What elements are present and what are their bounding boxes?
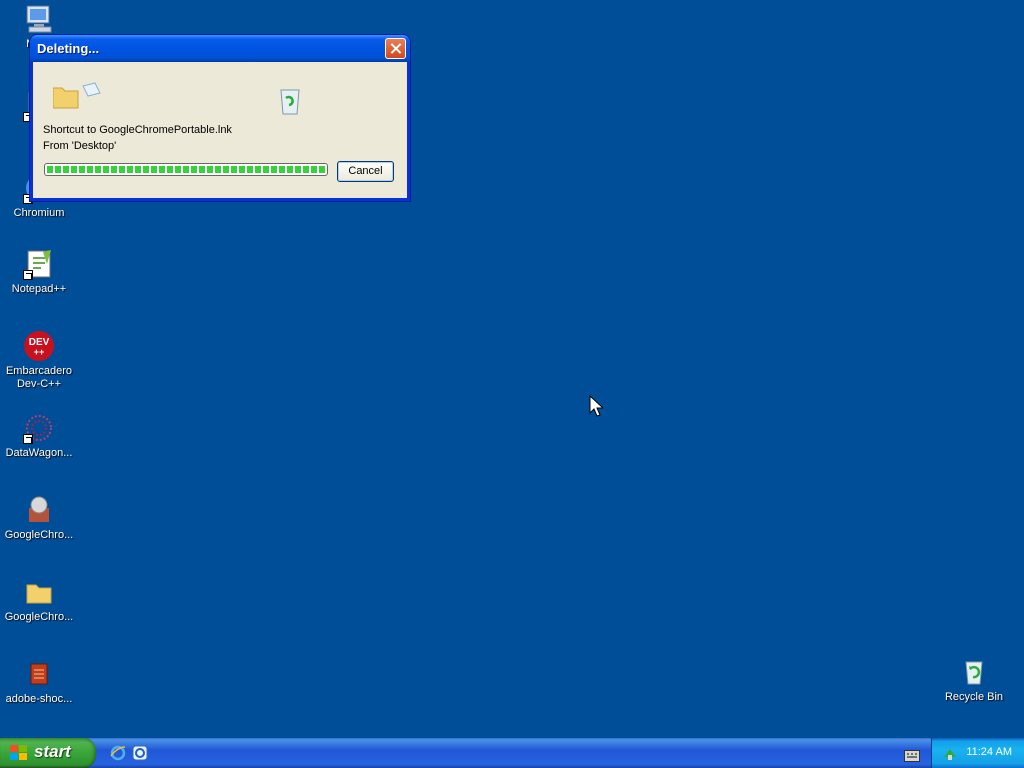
desktop-icon-googlechrome-installer[interactable]: GoogleChro... xyxy=(0,494,78,542)
safely-remove-hardware-icon[interactable] xyxy=(942,745,958,761)
source-location-text: From 'Desktop' xyxy=(43,140,117,152)
progress-fill xyxy=(47,166,325,173)
cancel-button[interactable]: Cancel xyxy=(337,161,394,182)
dialog-client: Shortcut to GoogleChromePortable.lnk Fro… xyxy=(33,62,407,198)
desktop-icon-label: DataWagon... xyxy=(5,447,73,459)
notepad-plus-plus-icon xyxy=(23,248,55,280)
desktop-icon-label: adobe-shoc... xyxy=(5,693,73,705)
folder-icon xyxy=(23,576,55,608)
taskbar: start 11:24 AM xyxy=(0,738,1024,768)
dev-icon-glyph-bottom: ++ xyxy=(34,347,45,357)
start-label: start xyxy=(34,742,71,761)
system-tray: 11:24 AM xyxy=(931,738,1024,768)
desktop-icon-notepad-plus-plus[interactable]: Notepad++ xyxy=(0,248,78,296)
dialog-title: Deleting... xyxy=(37,41,100,56)
close-button[interactable] xyxy=(385,38,406,59)
quick-launch-ie-icon[interactable] xyxy=(132,745,148,761)
recycle-bin-animation-icon xyxy=(275,86,305,116)
desktop-icon-label: Chromium xyxy=(13,207,65,219)
keyboard-icon[interactable] xyxy=(904,747,920,762)
file-name-text: Shortcut to GoogleChromePortable.lnk xyxy=(43,124,232,136)
desktop-icon-adobe-shockwave[interactable]: adobe-shoc... xyxy=(0,658,78,706)
desktop-icon-label: GoogleChro... xyxy=(4,611,74,623)
clock[interactable]: 11:24 AM xyxy=(966,746,1012,758)
datawagon-icon xyxy=(23,412,55,444)
installer-icon xyxy=(23,494,55,526)
recycle-bin-icon xyxy=(958,656,990,688)
shockwave-icon xyxy=(23,658,55,690)
dialog-titlebar[interactable]: Deleting... xyxy=(30,35,410,62)
desktop-icon-googlechrome-folder[interactable]: GoogleChro... xyxy=(0,576,78,624)
start-button[interactable]: start xyxy=(0,738,96,768)
desktop-icon-recycle-bin[interactable]: Recycle Bin xyxy=(935,656,1013,704)
desktop-icon-label: Embarcadero Dev-C++ xyxy=(5,365,73,390)
shortcut-arrow-icon xyxy=(23,270,33,280)
deleting-dialog: Deleting... Shortcut to GoogleChromePort… xyxy=(30,35,410,201)
desktop-icon-label: Recycle Bin xyxy=(944,691,1004,703)
computer-icon xyxy=(23,3,55,35)
progress-bar xyxy=(44,163,328,176)
desktop-icon-dev-cpp[interactable]: DEV ++ Embarcadero Dev-C++ xyxy=(0,330,78,391)
windows-flag-icon xyxy=(10,745,28,761)
dev-cpp-icon: DEV ++ xyxy=(23,330,55,362)
internet-explorer-icon[interactable] xyxy=(110,745,126,761)
shortcut-arrow-icon xyxy=(23,434,33,444)
desktop-icon-label: GoogleChro... xyxy=(4,529,74,541)
desktop-icon-datawagon[interactable]: DataWagon... xyxy=(0,412,78,460)
mouse-cursor-icon xyxy=(589,394,605,417)
folder-animation-icon xyxy=(52,82,103,112)
desktop-icon-label: Notepad++ xyxy=(11,283,67,295)
